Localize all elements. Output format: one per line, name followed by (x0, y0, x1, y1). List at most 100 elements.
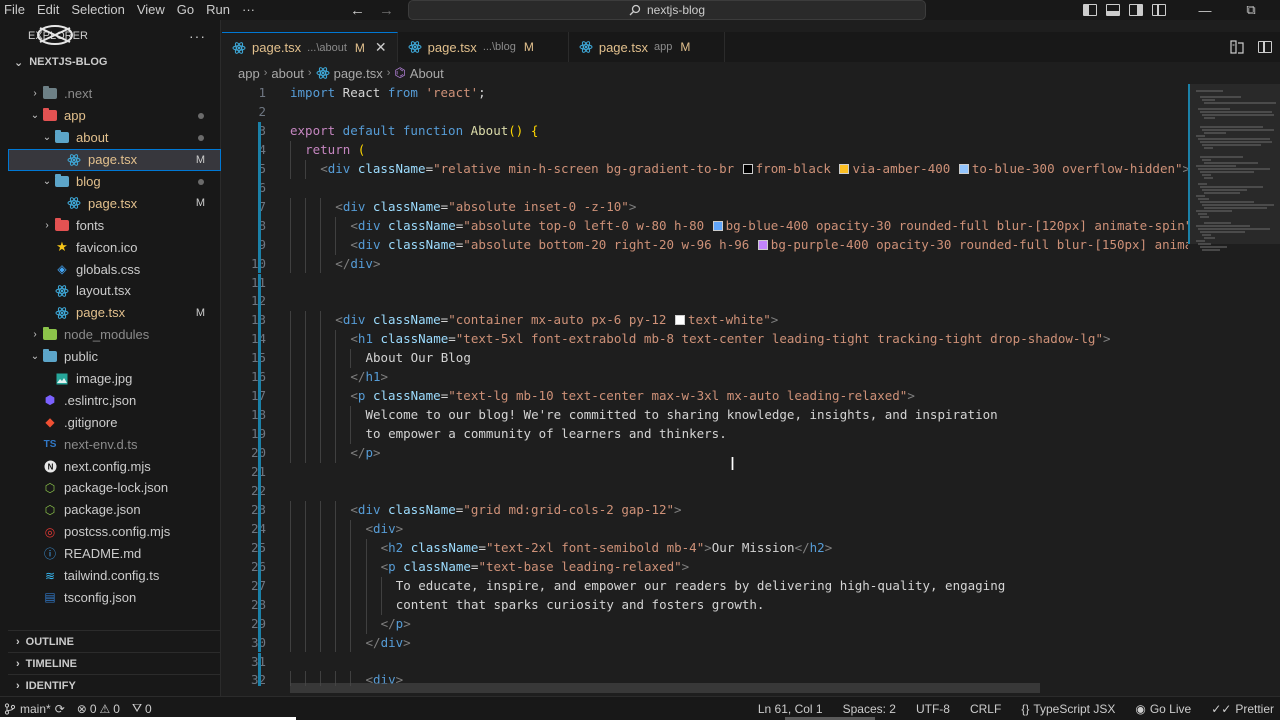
tree-item-tailwind-config-ts[interactable]: ≋ tailwind.config.ts (8, 565, 221, 587)
tree-item-postcss-config-mjs[interactable]: ◎ postcss.config.mjs (8, 521, 221, 543)
tree-item-tsconfig-json[interactable]: ▤ tsconfig.json (8, 586, 221, 608)
code-token: h1 (365, 369, 381, 385)
minimize-button[interactable]: — (1190, 0, 1220, 20)
compare-changes-icon[interactable] (1230, 40, 1244, 54)
breadcrumb-item[interactable]: page.tsx (334, 66, 383, 81)
tree-item-public[interactable]: ⌄ public (8, 346, 221, 368)
workspace-root-folder[interactable]: ⌄ NEXTJS-BLOG (8, 52, 220, 72)
tree-item-page-tsx[interactable]: page.tsx M (8, 302, 221, 324)
code-line[interactable]: About Our Blog (366, 349, 471, 368)
tree-item-package-json[interactable]: ⬡ package.json (8, 499, 221, 521)
menu-item-go[interactable]: Go (171, 0, 200, 20)
breadcrumb-item[interactable]: app (238, 66, 260, 81)
code-line[interactable]: <div className="grid md:grid-cols-2 gap-… (350, 501, 681, 520)
tree-item-eslintrc-json[interactable]: ⬢ .eslintrc.json (8, 389, 221, 411)
end-of-line[interactable]: CRLF (970, 702, 1001, 716)
tree-item-readme-md[interactable]: ⓘ README.md (8, 543, 221, 565)
problems-indicator[interactable]: ⊗ 0 ⚠ 0 (77, 702, 120, 716)
code-line[interactable]: </p> (350, 444, 380, 463)
tree-item-fonts[interactable]: › fonts (8, 214, 221, 236)
tree-item-globals-css[interactable]: ◈ globals.css (8, 258, 221, 280)
menu-item-file[interactable]: File (0, 0, 31, 20)
branch-indicator[interactable]: main* ⟳ (4, 702, 65, 716)
tree-item-page-tsx[interactable]: page.tsx M (8, 148, 221, 171)
customize-layout-icon[interactable] (1152, 4, 1166, 16)
menu-item-more[interactable]: ··· (236, 0, 261, 20)
code-line[interactable]: export default function About() { (290, 122, 538, 141)
menu-item-run[interactable]: Run (200, 0, 236, 20)
encoding[interactable]: UTF-8 (916, 702, 950, 716)
code-token: className (365, 312, 441, 328)
breadcrumb-item[interactable]: About (410, 66, 444, 81)
indentation[interactable]: Spaces: 2 (843, 702, 896, 716)
tree-item-package-lock-json[interactable]: ⬡ package-lock.json (8, 477, 221, 499)
code-line[interactable]: </div> (335, 255, 380, 274)
tree-item-next-env-d-ts[interactable]: TS next-env.d.ts (8, 433, 221, 455)
toggle-primary-sidebar-icon[interactable] (1083, 4, 1097, 16)
close-icon[interactable]: ✕ (375, 39, 387, 56)
code-line[interactable]: to empower a community of learners and t… (366, 425, 727, 444)
breadcrumb-item[interactable]: about (271, 66, 304, 81)
explorer-more-button[interactable]: ··· (189, 28, 206, 44)
indent-guide (320, 614, 322, 634)
code-line[interactable]: return ( (305, 141, 365, 160)
toggle-secondary-sidebar-icon[interactable] (1129, 4, 1143, 16)
tree-item-node-modules[interactable]: › node_modules (8, 324, 221, 346)
go-live-button[interactable]: ◉ Go Live (1135, 702, 1191, 716)
code-line[interactable]: <p className="text-base leading-relaxed"… (381, 558, 690, 577)
code-line[interactable]: </h1> (350, 368, 388, 387)
code-editor[interactable]: 1234567891011121314151617181920212223242… (222, 84, 1188, 686)
code-line[interactable]: <div className="absolute top-0 left-0 w-… (350, 217, 1188, 236)
prettier-status[interactable]: ✓✓ Prettier (1211, 702, 1274, 716)
code-line[interactable]: <div> (366, 520, 404, 539)
menu-item-edit[interactable]: Edit (31, 0, 65, 20)
tree-item-gitignore[interactable]: ◆ .gitignore (8, 411, 221, 433)
code-line[interactable]: import React from 'react'; (290, 84, 486, 103)
indent-guide (290, 406, 291, 426)
code-line[interactable]: <div className="absolute inset-0 -z-10"> (335, 198, 636, 217)
git-status-badge: M (195, 306, 205, 319)
split-editor-icon[interactable] (1258, 41, 1272, 53)
ports-indicator[interactable]: ⛛ 0 (132, 701, 152, 716)
tree-item-page-tsx[interactable]: page.tsx M (8, 192, 221, 214)
toggle-panel-icon[interactable] (1106, 4, 1120, 16)
code-line[interactable]: <div className="absolute bottom-20 right… (350, 236, 1188, 255)
broadcast-icon: ⛛ (131, 701, 143, 715)
cursor-position[interactable]: Ln 61, Col 1 (758, 702, 823, 716)
command-center[interactable]: nextjs-blog (408, 0, 926, 20)
restore-button[interactable]: ⧉ (1236, 0, 1266, 20)
tab-page-tsx-2[interactable]: page.tsx ...\blog M (398, 32, 569, 62)
horizontal-scrollbar[interactable] (290, 683, 1040, 693)
menu-item-view[interactable]: View (131, 0, 171, 20)
tree-item-layout-tsx[interactable]: layout.tsx (8, 280, 221, 302)
arrow-right-icon[interactable]: → (379, 2, 394, 19)
code-line[interactable]: <p className="text-lg mb-10 text-center … (350, 387, 914, 406)
tree-item-next-config-mjs[interactable]: Nnext.config.mjs (8, 455, 221, 477)
code-line[interactable]: </div> (366, 634, 411, 653)
code-line[interactable]: <div className="relative min-h-screen bg… (320, 160, 1188, 179)
tab-page-tsx-1[interactable]: page.tsx ...\about M ✕ (222, 32, 398, 62)
tree-item-next[interactable]: › .next (8, 83, 221, 105)
react-icon (408, 40, 422, 54)
sync-icon[interactable]: ⟳ (55, 702, 65, 716)
tree-item-image-jpg[interactable]: image.jpg (8, 368, 221, 390)
section-identify[interactable]: › IDENTIFY (8, 674, 221, 696)
tree-item-app[interactable]: ⌄ app (8, 105, 221, 127)
code-line[interactable]: content that sparks curiosity and foster… (396, 596, 765, 615)
tab-page-tsx-3[interactable]: page.tsx app M (569, 32, 726, 62)
code-line[interactable]: <div className="container mx-auto px-6 p… (335, 311, 778, 330)
code-line[interactable]: Welcome to our blog! We're committed to … (366, 406, 998, 425)
tree-item-about[interactable]: ⌄ about (8, 127, 221, 149)
code-line[interactable]: </p> (381, 615, 411, 634)
section-timeline[interactable]: › TIMELINE (8, 652, 221, 674)
minimap[interactable] (1188, 84, 1280, 696)
section-outline[interactable]: › OUTLINE (8, 630, 221, 652)
code-line[interactable]: <h2 className="text-2xl font-semibold mb… (381, 539, 833, 558)
tree-item-favicon-ico[interactable]: ★ favicon.ico (8, 236, 221, 258)
menu-item-selection[interactable]: Selection (65, 0, 130, 20)
language-mode[interactable]: {} TypeScript JSX (1021, 702, 1115, 716)
code-line[interactable]: <h1 className="text-5xl font-extrabold m… (350, 330, 1110, 349)
arrow-left-icon[interactable]: ← (350, 2, 365, 19)
code-line[interactable]: To educate, inspire, and empower our rea… (396, 577, 1006, 596)
tree-item-blog[interactable]: ⌄ blog (8, 171, 221, 193)
